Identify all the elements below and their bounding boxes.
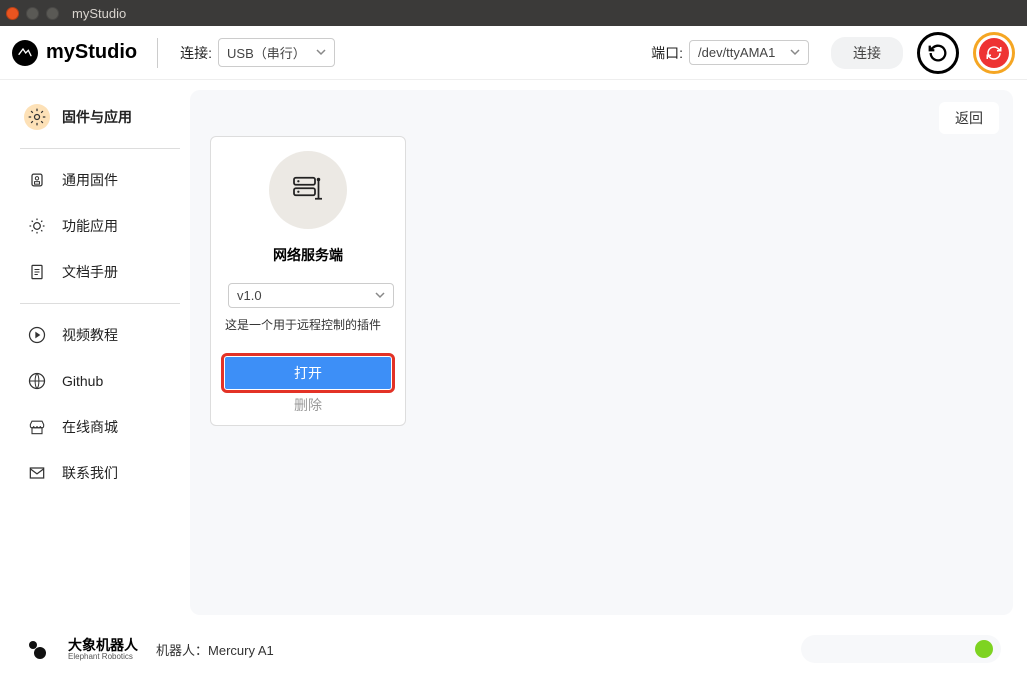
port-value: /dev/ttyAMA1 — [698, 45, 775, 60]
shop-icon — [24, 414, 50, 440]
app-name: myStudio — [46, 41, 137, 64]
port-select[interactable]: /dev/ttyAMA1 — [689, 40, 809, 65]
robot-info: 机器人：Mercury A1 — [156, 640, 274, 659]
brand-icon — [26, 637, 50, 661]
content-panel: 返回 网络服务端 v1.0 这是一个用于远程控制的插件 打开 删除 — [190, 90, 1013, 615]
sidebar: 固件与应用 通用固件 功能应用 文档手册 视频教程 Github 在线商城 — [0, 80, 190, 625]
logo-icon — [12, 40, 38, 66]
status-indicator — [975, 640, 993, 658]
play-icon — [24, 322, 50, 348]
card-title: 网络服务端 — [273, 245, 343, 265]
footer: 大象机器人 Elephant Robotics 机器人：Mercury A1 — [0, 625, 1027, 673]
window-titlebar: myStudio — [0, 0, 1027, 26]
gear-icon — [24, 104, 50, 130]
brand-text: 大象机器人 Elephant Robotics — [68, 638, 138, 661]
window-minimize-button[interactable] — [26, 7, 39, 20]
chevron-down-icon — [790, 45, 800, 60]
refresh-icon — [985, 44, 1003, 62]
sidebar-item-shop[interactable]: 在线商城 — [20, 404, 180, 450]
doc-icon — [24, 259, 50, 285]
version-select[interactable]: v1.0 — [228, 283, 394, 308]
chevron-down-icon — [316, 45, 326, 60]
undo-button[interactable] — [917, 32, 959, 74]
globe-icon — [24, 368, 50, 394]
back-button[interactable]: 返回 — [939, 102, 999, 134]
sidebar-item-video[interactable]: 视频教程 — [20, 312, 180, 358]
connect-button[interactable]: 连接 — [831, 37, 903, 69]
delete-button[interactable]: 删除 — [294, 395, 322, 415]
sidebar-item-label: 视频教程 — [62, 325, 118, 345]
main-area: 固件与应用 通用固件 功能应用 文档手册 视频教程 Github 在线商城 — [0, 80, 1027, 625]
server-icon — [269, 151, 347, 229]
version-value: v1.0 — [237, 288, 262, 303]
window-title: myStudio — [72, 6, 126, 21]
refresh-button[interactable] — [973, 32, 1015, 74]
sidebar-item-label: Github — [62, 373, 103, 389]
sidebar-item-github[interactable]: Github — [20, 358, 180, 404]
sidebar-item-function-apps[interactable]: 功能应用 — [20, 203, 180, 249]
cog-icon — [24, 213, 50, 239]
sidebar-item-docs[interactable]: 文档手册 — [20, 249, 180, 295]
plugin-card: 网络服务端 v1.0 这是一个用于远程控制的插件 打开 删除 — [210, 136, 406, 426]
status-bar — [801, 635, 1001, 663]
undo-icon — [927, 42, 949, 64]
card-description: 这是一个用于远程控制的插件 — [225, 316, 381, 333]
sidebar-item-label: 功能应用 — [62, 216, 118, 236]
connection-select[interactable]: USB（串行） — [218, 38, 335, 67]
app-logo: myStudio — [12, 38, 158, 68]
open-button[interactable]: 打开 — [225, 357, 391, 389]
chevron-down-icon — [375, 288, 385, 303]
sidebar-item-label: 联系我们 — [62, 463, 118, 483]
robot-label: 机器人： — [156, 643, 208, 658]
connection-value: USB（串行） — [227, 43, 306, 62]
robot-value: Mercury A1 — [208, 643, 274, 658]
sidebar-item-general-firmware[interactable]: 通用固件 — [20, 157, 180, 203]
window-close-button[interactable] — [6, 7, 19, 20]
sidebar-item-contact[interactable]: 联系我们 — [20, 450, 180, 496]
sidebar-item-label: 固件与应用 — [62, 107, 132, 127]
sidebar-item-firmware-apps[interactable]: 固件与应用 — [20, 94, 180, 140]
sidebar-item-label: 文档手册 — [62, 262, 118, 282]
port-label: 端口: — [651, 43, 683, 63]
toolbar: myStudio 连接: USB（串行） 端口: /dev/ttyAMA1 连接 — [0, 26, 1027, 80]
connection-label: 连接: — [180, 43, 212, 63]
mail-icon — [24, 460, 50, 486]
window-maximize-button[interactable] — [46, 7, 59, 20]
sidebar-item-label: 在线商城 — [62, 417, 118, 437]
brand-zh: 大象机器人 — [68, 638, 138, 652]
chip-icon — [24, 167, 50, 193]
brand-en: Elephant Robotics — [68, 652, 138, 661]
sidebar-item-label: 通用固件 — [62, 170, 118, 190]
